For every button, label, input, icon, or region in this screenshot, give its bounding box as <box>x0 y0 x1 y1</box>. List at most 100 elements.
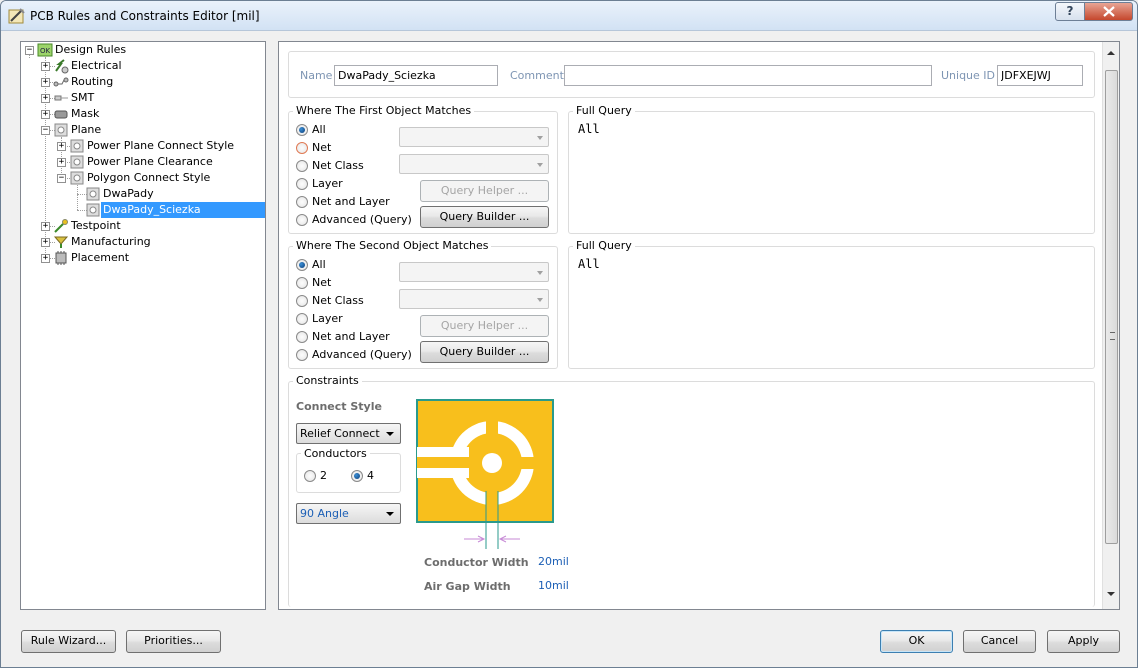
radio-label: Net and Layer <box>312 330 390 343</box>
radio-button[interactable] <box>296 313 308 325</box>
tree-label: Routing <box>71 75 114 88</box>
priorities-button[interactable]: Priorities... <box>126 630 221 653</box>
tree-item-smt[interactable]: + SMT <box>21 90 261 106</box>
radio-button[interactable] <box>296 349 308 361</box>
radio-button[interactable] <box>304 470 316 482</box>
rule-icon <box>86 187 100 201</box>
apply-button[interactable]: Apply <box>1047 630 1120 653</box>
expand-icon[interactable]: + <box>41 238 50 247</box>
rule-wizard-button[interactable]: Rule Wizard... <box>21 630 116 653</box>
rule-icon <box>70 171 84 185</box>
tree-item-dwapady-sciezka[interactable]: DwaPady_Sciezka <box>21 202 265 218</box>
first-full-query-title: Full Query <box>573 104 635 117</box>
relief-connect-diagram <box>416 399 554 549</box>
tree-item-polygon-connect-style[interactable]: − Polygon Connect Style <box>21 170 261 186</box>
second-netclass-combo[interactable] <box>399 289 549 309</box>
scroll-thumb[interactable] <box>1105 70 1118 544</box>
connect-style-label: Connect Style <box>296 400 382 413</box>
first-net-combo[interactable] <box>399 127 549 147</box>
radio-label: Layer <box>312 177 343 190</box>
air-gap-value[interactable]: 10mil <box>538 579 569 592</box>
tree-label: Polygon Connect Style <box>87 171 211 184</box>
plane-icon <box>54 123 68 137</box>
expand-icon[interactable]: + <box>57 142 66 151</box>
first-query-builder-button[interactable]: Query Builder ... <box>420 206 549 228</box>
expand-icon[interactable]: + <box>41 62 50 71</box>
radio-button[interactable] <box>296 178 308 190</box>
radio-button[interactable] <box>296 196 308 208</box>
radio-button[interactable] <box>296 259 308 271</box>
tree-item-power-plane-clearance[interactable]: + Power Plane Clearance <box>21 154 261 170</box>
close-button[interactable] <box>1084 2 1133 21</box>
expand-icon[interactable]: + <box>41 222 50 231</box>
rule-tree[interactable]: − OK Design Rules + Electrical + Routing… <box>20 41 266 610</box>
connect-style-value: Relief Connect <box>300 427 380 440</box>
air-gap-label: Air Gap Width <box>424 580 511 593</box>
radio-button[interactable] <box>296 142 308 154</box>
tree-item-power-plane-connect-style[interactable]: + Power Plane Connect Style <box>21 138 261 154</box>
smt-icon <box>54 95 68 101</box>
second-full-query-title: Full Query <box>573 239 635 252</box>
tree-item-design-rules[interactable]: − OK Design Rules <box>21 42 261 58</box>
tree-label: Testpoint <box>71 219 121 232</box>
design-rules-icon: OK <box>37 43 53 57</box>
scroll-down-icon[interactable] <box>1107 592 1115 596</box>
unique-id-input[interactable] <box>997 65 1083 86</box>
second-query-builder-button[interactable]: Query Builder ... <box>420 341 549 363</box>
radio-label: Advanced (Query) <box>312 348 412 361</box>
expand-icon[interactable]: + <box>41 254 50 263</box>
expand-icon[interactable]: + <box>41 94 50 103</box>
radio-button[interactable] <box>296 160 308 172</box>
first-query-helper-button[interactable]: Query Helper ... <box>420 180 549 202</box>
radio-label: 4 <box>367 469 374 482</box>
help-button[interactable]: ? <box>1055 2 1085 21</box>
tree-item-routing[interactable]: + Routing <box>21 74 261 90</box>
collapse-icon[interactable]: − <box>41 126 50 135</box>
radio-label: 2 <box>320 469 327 482</box>
name-input[interactable] <box>334 65 498 86</box>
close-icon <box>1102 6 1115 17</box>
routing-icon <box>53 77 69 87</box>
chevron-down-icon <box>386 512 394 516</box>
tree-label: Plane <box>71 123 102 136</box>
angle-value: 90 Angle <box>300 507 349 520</box>
second-net-combo[interactable] <box>399 262 549 282</box>
radio-button[interactable] <box>296 214 308 226</box>
cancel-button[interactable]: Cancel <box>963 630 1036 653</box>
tree-item-placement[interactable]: + Placement <box>21 250 261 266</box>
tree-item-manufacturing[interactable]: + Manufacturing <box>21 234 261 250</box>
second-query-helper-button[interactable]: Query Helper ... <box>420 315 549 337</box>
expand-icon[interactable]: + <box>57 158 66 167</box>
tree-item-dwapady[interactable]: DwaPady <box>21 186 261 202</box>
first-netclass-combo[interactable] <box>399 154 549 174</box>
connect-style-select[interactable]: Relief Connect <box>296 423 401 444</box>
conductor-width-value[interactable]: 20mil <box>538 555 569 568</box>
radio-button[interactable] <box>351 470 363 482</box>
comment-input[interactable] <box>564 65 932 86</box>
radio-label: Advanced (Query) <box>312 213 412 226</box>
first-object-title: Where The First Object Matches <box>293 104 475 117</box>
tree-label: Electrical <box>71 59 122 72</box>
expand-icon[interactable]: + <box>41 110 50 119</box>
svg-text:OK: OK <box>40 47 51 55</box>
cancel-label: Cancel <box>980 634 1019 647</box>
expand-icon[interactable]: + <box>41 78 50 87</box>
vertical-scrollbar[interactable] <box>1102 42 1119 609</box>
radio-label: Net <box>312 141 332 154</box>
radio-button[interactable] <box>296 277 308 289</box>
radio-button[interactable] <box>296 331 308 343</box>
ok-button[interactable]: OK <box>880 630 953 653</box>
mask-icon <box>54 110 68 119</box>
angle-select[interactable]: 90 Angle <box>296 503 401 524</box>
conductor-width-label: Conductor Width <box>424 556 529 569</box>
radio-button[interactable] <box>296 124 308 136</box>
tree-item-testpoint[interactable]: + Testpoint <box>21 218 261 234</box>
tree-item-plane[interactable]: − Plane <box>21 122 261 138</box>
radio-button[interactable] <box>296 295 308 307</box>
tree-item-electrical[interactable]: + Electrical <box>21 58 261 74</box>
collapse-icon[interactable]: − <box>57 174 66 183</box>
scroll-up-icon[interactable] <box>1107 51 1115 55</box>
radio-label: Layer <box>312 312 343 325</box>
tree-item-mask[interactable]: + Mask <box>21 106 261 122</box>
collapse-icon[interactable]: − <box>25 46 34 55</box>
